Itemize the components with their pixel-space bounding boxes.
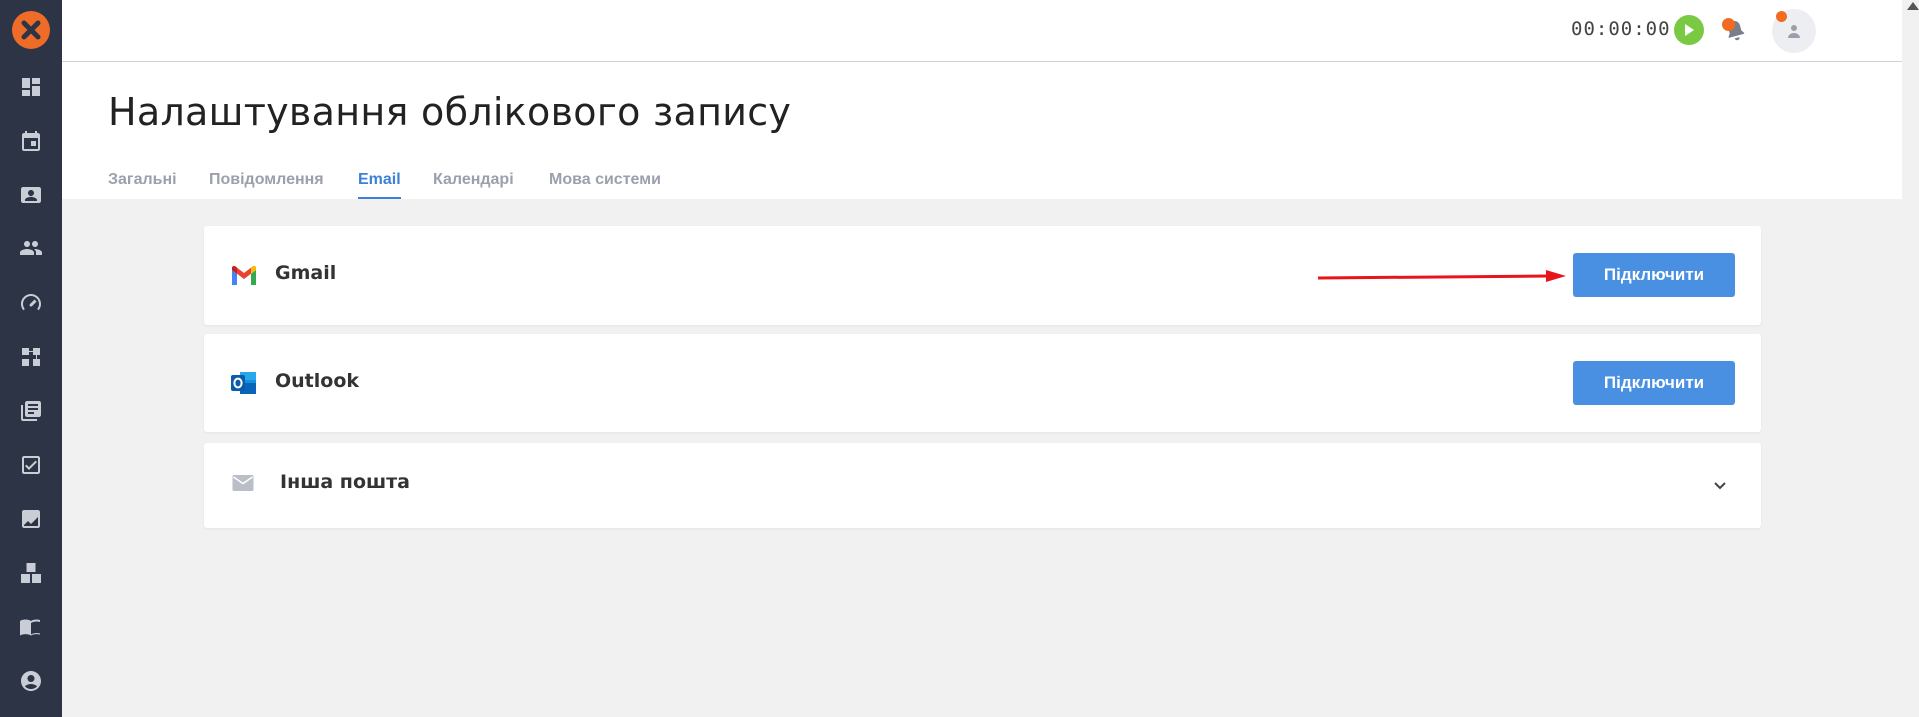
book-icon[interactable] [19, 615, 43, 639]
logo-icon [21, 20, 41, 40]
chart-icon[interactable] [19, 507, 43, 531]
time-tracker-display: 00:00:00 [1571, 18, 1671, 40]
task-icon[interactable] [19, 453, 43, 477]
page-title: Налаштування облікового запису [108, 90, 792, 134]
users-icon[interactable] [19, 236, 43, 260]
play-icon [1685, 24, 1694, 36]
scroll-up-arrow[interactable] [1907, 2, 1919, 10]
app-logo[interactable] [12, 11, 50, 49]
sidebar [0, 0, 62, 717]
tab-email[interactable]: Email [358, 171, 401, 199]
outlook-icon [231, 372, 256, 394]
other-mail-label: Інша пошта [280, 471, 411, 493]
gmail-connect-button[interactable]: Підключити [1573, 253, 1735, 297]
gmail-label: Gmail [275, 262, 337, 284]
chevron-down-icon[interactable] [1712, 479, 1728, 493]
tab-notifications[interactable]: Повідомлення [209, 171, 324, 197]
annotation-arrow [1318, 270, 1566, 282]
notification-badge [1722, 18, 1735, 31]
person-icon [1788, 25, 1800, 38]
speedometer-icon[interactable] [19, 291, 43, 315]
page-header: Налаштування облікового запису Загальні … [62, 62, 1902, 199]
start-timer-button[interactable] [1674, 15, 1704, 45]
envelope-icon [232, 475, 254, 491]
dashboard-icon[interactable] [19, 75, 43, 99]
tab-system-language[interactable]: Мова системи [549, 171, 661, 197]
contacts-icon[interactable] [19, 183, 43, 207]
tab-general[interactable]: Загальні [108, 171, 177, 197]
outlook-label: Outlook [275, 370, 360, 392]
gmail-icon [232, 266, 256, 285]
boxes-icon[interactable] [19, 561, 43, 585]
library-icon[interactable] [19, 399, 43, 423]
outlook-card: Outlook Підключити [204, 334, 1761, 432]
calendar-icon[interactable] [19, 129, 43, 153]
outlook-connect-button[interactable]: Підключити [1573, 361, 1735, 405]
tab-calendars[interactable]: Календарі [433, 171, 514, 197]
account-icon[interactable] [19, 669, 43, 693]
status-badge [1776, 11, 1787, 22]
workflow-icon[interactable] [19, 345, 43, 369]
other-mail-card[interactable]: Інша пошта [204, 443, 1761, 528]
